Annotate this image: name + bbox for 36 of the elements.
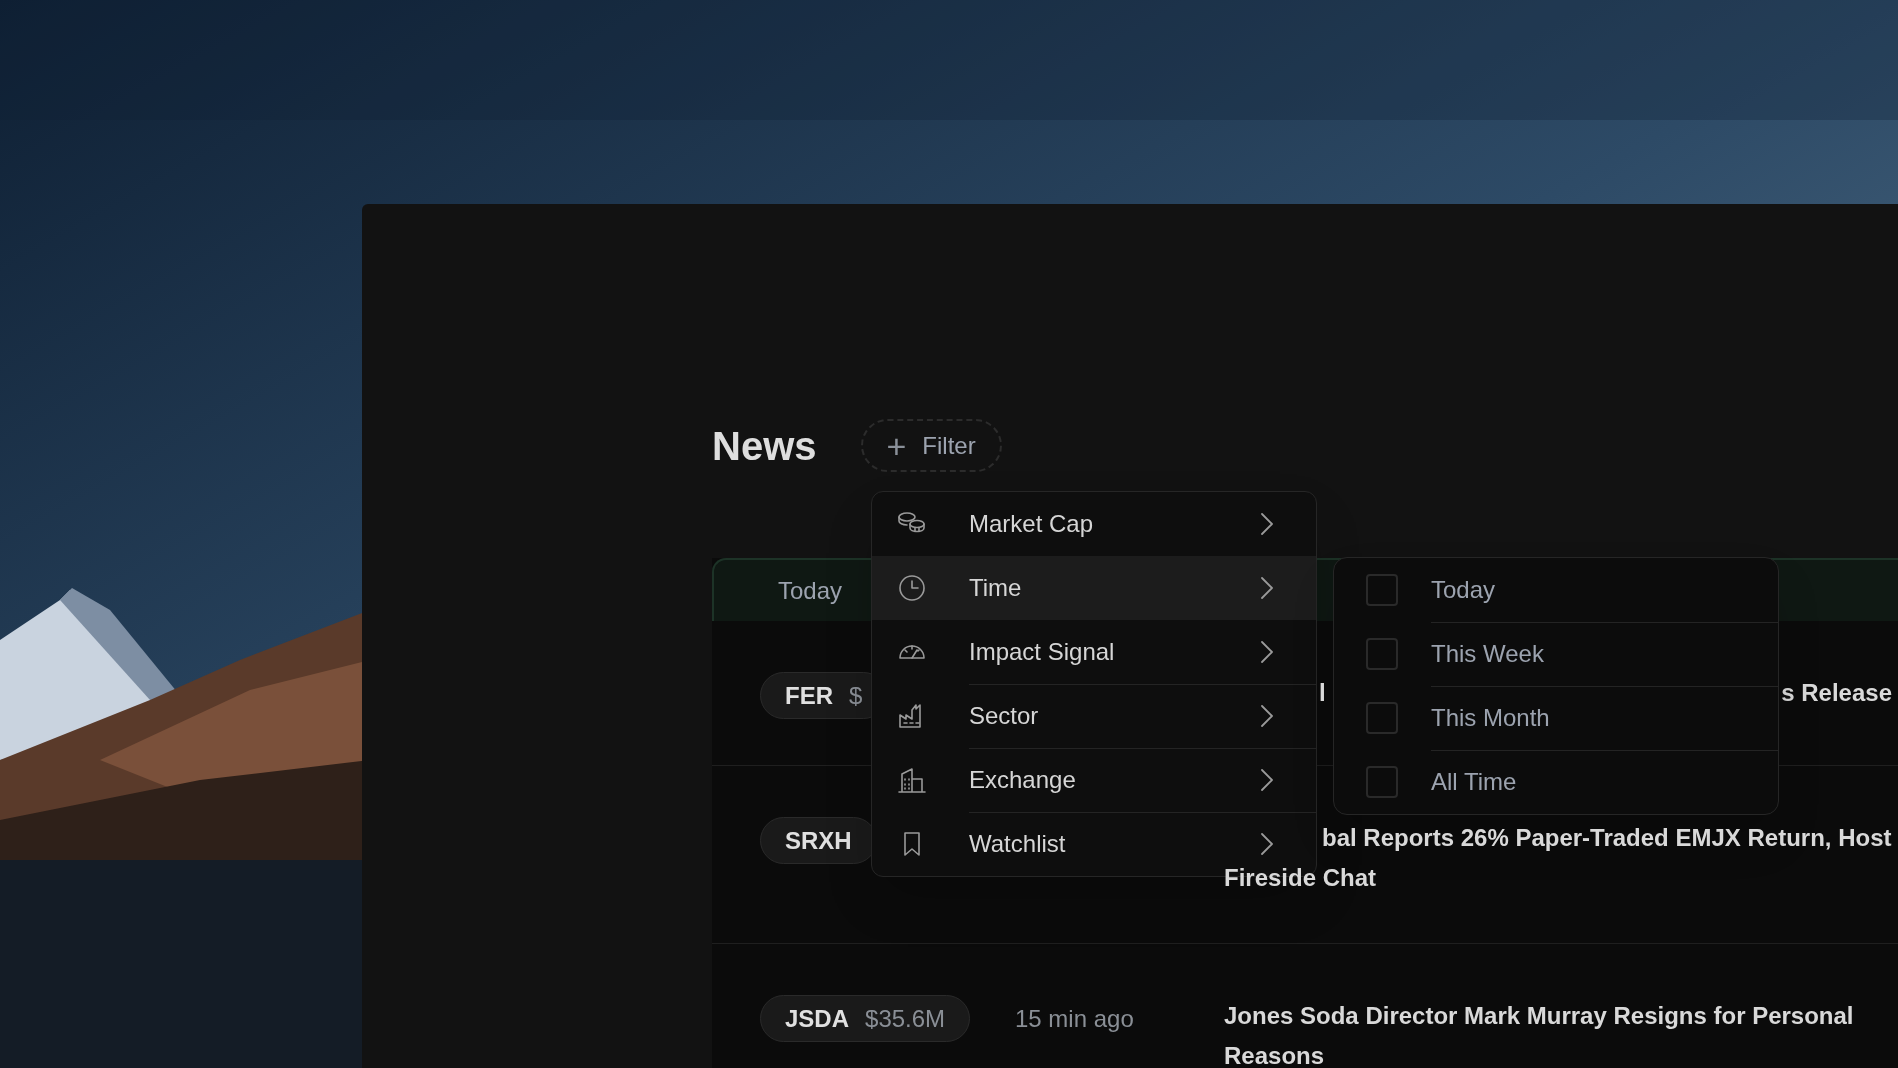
page-title: News	[712, 422, 817, 470]
chevron-icon	[1260, 768, 1274, 792]
clock-icon	[897, 573, 927, 603]
checkbox[interactable]	[1366, 574, 1398, 606]
chevron-icon	[1260, 704, 1274, 728]
chevron-icon	[1260, 512, 1274, 536]
chevron-icon	[1260, 576, 1274, 600]
ticker-symbol: SRXH	[785, 825, 852, 856]
headline[interactable]: bal Reports 26% Paper-Traded EMJX Return, Host	[1322, 818, 1892, 858]
time-ago: 15 min ago	[1015, 1003, 1134, 1034]
option-label[interactable]: Today	[1431, 572, 1496, 608]
headline[interactable]: Reasons	[1224, 1036, 1325, 1068]
market-cap: $35.6M	[865, 1003, 946, 1034]
headline[interactable]: Jones Soda Director Mark Murray Resigns for Personal	[1224, 996, 1854, 1036]
ticker-symbol: FER	[785, 680, 833, 711]
plus-icon: +	[886, 428, 907, 463]
building-icon	[897, 765, 927, 795]
ticker-symbol: JSDA	[785, 1003, 850, 1034]
checkbox[interactable]	[1366, 702, 1398, 734]
headline[interactable]: Fireside Chat	[1224, 858, 1377, 898]
checkbox[interactable]	[1366, 766, 1398, 798]
headline[interactable]: s Release	[1781, 673, 1892, 713]
market-cap: $	[849, 680, 863, 711]
option-label[interactable]: This Month	[1431, 700, 1550, 736]
checkbox[interactable]	[1366, 638, 1398, 670]
menu-item[interactable]: Exchange	[872, 748, 1316, 812]
column-header: Today	[778, 575, 843, 606]
chevron-icon	[1260, 640, 1274, 664]
menu-item[interactable]: Market Cap	[872, 492, 1316, 556]
option-label[interactable]: This Week	[1431, 636, 1544, 672]
menu-item[interactable]: Time	[872, 556, 1316, 620]
filter-button[interactable]: + Filter	[860, 419, 1002, 472]
ticker-pill[interactable]: JSDA $35.6M	[760, 995, 971, 1042]
option-label[interactable]: All Time	[1431, 764, 1517, 800]
chevron-icon	[1260, 832, 1274, 856]
headline[interactable]: l	[1319, 673, 1326, 713]
